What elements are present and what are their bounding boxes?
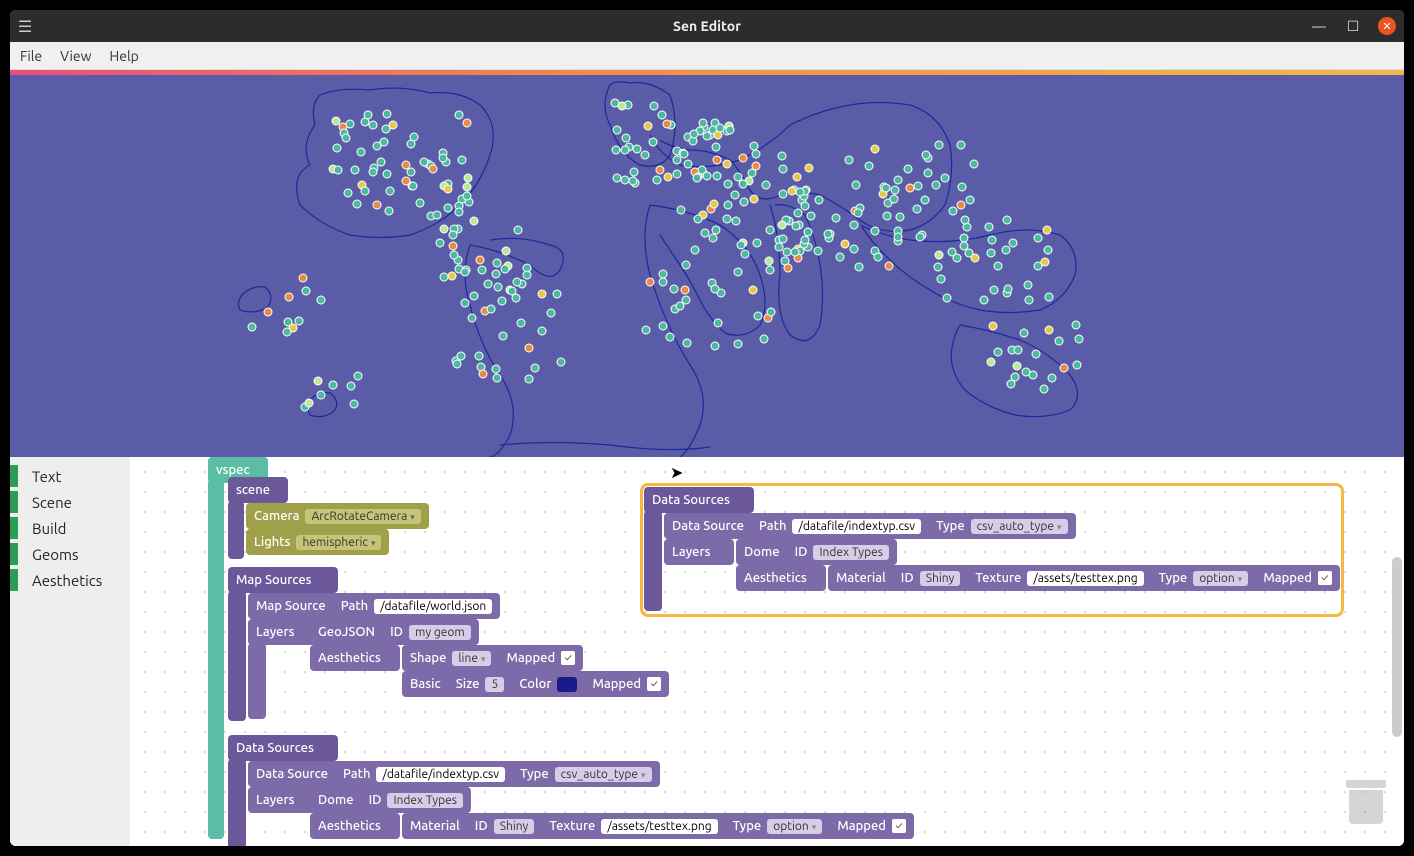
material-id-1[interactable]: Shiny [494, 819, 535, 834]
cursor-icon: ➤ [670, 463, 683, 482]
toolbox-item-geoms[interactable]: Geoms [10, 541, 130, 567]
menu-help[interactable]: Help [110, 48, 139, 64]
texture-path-1[interactable]: /assets/testtex.png [601, 819, 717, 834]
block-geojson[interactable]: GeoJSON IDmy geom [310, 619, 479, 645]
texture-type-1[interactable]: option [767, 819, 822, 834]
block-scene[interactable]: scene [228, 477, 288, 503]
shape-dropdown[interactable]: line [452, 651, 491, 666]
block-datasource-1[interactable]: Data Source Path/datafile/indextyp.csv T… [248, 761, 660, 787]
block-layers[interactable]: Layers [248, 619, 318, 645]
titlebar: ☰ Sen Editor — ☐ ✕ [10, 10, 1404, 42]
block-shape[interactable]: Shapeline Mapped✓ [402, 645, 583, 671]
window-title: Sen Editor [10, 18, 1404, 34]
dome-id-2[interactable]: Index Types [813, 545, 888, 560]
mapsource-path[interactable]: /datafile/world.json [374, 599, 492, 614]
menubar: File View Help [10, 42, 1404, 70]
trash-icon[interactable] [1346, 780, 1386, 826]
hamburger-icon[interactable]: ☰ [10, 17, 40, 36]
material-id-2[interactable]: Shiny [920, 571, 961, 586]
datasource-path-1[interactable]: /datafile/indextyp.csv [376, 767, 505, 782]
datasource-path-2[interactable]: /datafile/indextyp.csv [792, 519, 921, 534]
block-datasources-1[interactable]: Data Sources [228, 735, 338, 761]
block-datasources-highlighted[interactable]: Data Sources Data Source Path/datafile/i… [642, 485, 1342, 615]
datasource-type-1[interactable]: csv_auto_type [555, 767, 652, 782]
block-basic[interactable]: Basic Size5 Color. Mapped✓ [402, 671, 669, 697]
world-map-svg [10, 75, 1404, 457]
maximize-button[interactable]: ☐ [1344, 17, 1362, 35]
camera-dropdown[interactable]: ArcRotateCamera [305, 509, 420, 524]
block-aesthetics-3[interactable]: Aesthetics [736, 565, 826, 591]
menu-view[interactable]: View [60, 48, 91, 64]
datasource-type-2[interactable]: csv_auto_type [971, 519, 1068, 534]
block-material-1[interactable]: Material IDShiny Texture/assets/testtex.… [402, 813, 914, 839]
shape-mapped-checkbox[interactable]: ✓ [561, 651, 575, 665]
block-layers-3[interactable]: Layers [664, 539, 734, 565]
block-dome-2[interactable]: Dome IDIndex Types [736, 539, 897, 565]
map-viewport[interactable] [10, 75, 1404, 457]
texture-type-2[interactable]: option [1193, 571, 1248, 586]
toolbox: Text Scene Build Geoms Aesthetics [10, 457, 130, 846]
toolbox-item-scene[interactable]: Scene [10, 489, 130, 515]
basic-mapped-checkbox[interactable]: ✓ [647, 677, 661, 691]
size-field[interactable]: 5 [485, 677, 504, 692]
dome-id-1[interactable]: Index Types [387, 793, 462, 808]
block-vspec-body [208, 479, 224, 839]
block-mapsource[interactable]: Map Source Path/datafile/world.json [248, 593, 500, 619]
block-layers-2[interactable]: Layers [248, 787, 318, 813]
block-aesthetics-2[interactable]: Aesthetics [310, 813, 400, 839]
workspace-scrollbar[interactable] [1392, 557, 1402, 737]
block-datasource-2[interactable]: Data Source Path/datafile/indextyp.csv T… [664, 513, 1076, 539]
color-swatch[interactable]: . [557, 677, 577, 692]
block-workspace[interactable]: ➤ vspec scene CameraArcRotateCamera Ligh… [130, 457, 1404, 846]
block-aesthetics-1[interactable]: Aesthetics [310, 645, 400, 671]
block-dome-1[interactable]: Dome IDIndex Types [310, 787, 471, 813]
material-mapped-1[interactable]: ✓ [892, 819, 906, 833]
toolbox-item-build[interactable]: Build [10, 515, 130, 541]
lights-dropdown[interactable]: hemispheric [296, 535, 381, 550]
block-lights[interactable]: Lightshemispheric [246, 529, 389, 555]
toolbox-item-aesthetics[interactable]: Aesthetics [10, 567, 130, 593]
block-camera[interactable]: CameraArcRotateCamera [246, 503, 429, 529]
block-material-2[interactable]: Material IDShiny Texture/assets/testtex.… [828, 565, 1340, 591]
menu-file[interactable]: File [20, 48, 42, 64]
close-button[interactable]: ✕ [1378, 17, 1396, 35]
block-mapsources[interactable]: Map Sources [228, 567, 338, 593]
material-mapped-2[interactable]: ✓ [1318, 571, 1332, 585]
toolbox-item-text[interactable]: Text [10, 463, 130, 489]
texture-path-2[interactable]: /assets/testtex.png [1027, 571, 1143, 586]
geojson-id[interactable]: my geom [409, 625, 471, 640]
minimize-button[interactable]: — [1310, 17, 1328, 35]
